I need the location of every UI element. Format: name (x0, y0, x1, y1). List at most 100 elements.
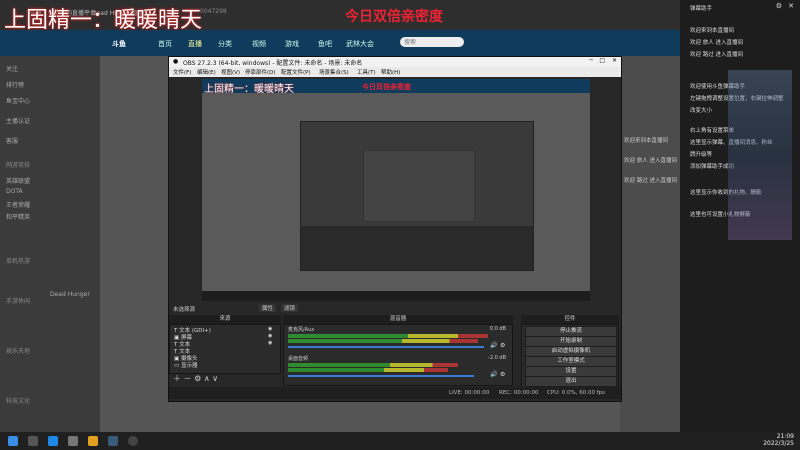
gear-icon[interactable]: ⚙ (194, 374, 201, 383)
streamer-avatar-image (728, 70, 792, 240)
exit-button[interactable]: 退出 (525, 376, 617, 387)
captured-taskbar (202, 291, 590, 301)
nav-item[interactable]: 直播 (188, 39, 202, 49)
eye-icon[interactable]: ◉ (268, 340, 272, 346)
chat-line: 欢迎 路过 进入直播间 (624, 178, 677, 184)
left-nav-item[interactable]: 排行榜 (6, 80, 24, 89)
close-icon[interactable]: ✕ (612, 57, 617, 64)
left-nav-item[interactable]: 主播认证 (6, 116, 30, 125)
move-up-icon[interactable]: ∧ (204, 374, 210, 383)
steam-icon[interactable] (108, 436, 118, 446)
clock-time: 21:09 (776, 433, 794, 440)
mixer-panel: 麦克风/Aux 0.0 dB 🔊 ⚙ 桌面音频 -2.0 dB 🔊 ⚙ (283, 324, 513, 386)
nav-item[interactable]: 分类 (218, 39, 232, 49)
url-fragment: 0047298 (200, 8, 227, 15)
captured-overlay-title: 上固精一：暖暖晴天 (204, 84, 294, 95)
chat-line: 牌升级等 (690, 152, 713, 158)
controls-panel: 停止推流 开始录制 启动虚拟摄像机 工作室模式 设置 退出 (521, 324, 619, 388)
speaker-icon[interactable]: 🔊 (490, 371, 497, 378)
site-left-nav: 关注 排行榜 鱼宝中心 主播认证 客服 网游竞技 英雄联盟 DOTA 王者荣耀 … (0, 56, 100, 432)
nav-item[interactable]: 武林大会 (346, 39, 374, 49)
left-nav-sub-item[interactable]: DOTA (6, 188, 23, 195)
menu-tools[interactable]: 工具(T) (357, 68, 376, 76)
nav-item[interactable]: 游戏 (285, 39, 299, 49)
windows-taskbar: 21:09 2022/3/25 (0, 432, 800, 450)
left-nav-section: 单机热游 (6, 258, 31, 265)
search-input[interactable]: 搜索 (400, 37, 464, 47)
site-logo[interactable]: 斗鱼 (112, 39, 126, 49)
maximize-icon[interactable]: □ (599, 57, 605, 64)
obs-window: ● OBS 27.2.3 (64-bit, windows) - 配置文件: 未… (168, 56, 622, 402)
system-clock[interactable]: 21:09 2022/3/25 (763, 433, 794, 447)
left-nav-sub-item[interactable]: 王者荣耀 (6, 200, 30, 209)
gear-icon[interactable]: ⚙ (500, 371, 505, 378)
chat-line: 欢迎 旅人 进入直播间 (624, 158, 677, 164)
mixer-track-db: 0.0 dB (489, 326, 506, 332)
menu-scene-collection[interactable]: 场景集合(S) (319, 68, 349, 76)
sources-panel: T 文本 (GDI+) ▣ 屏幕 T 文本 T 文本 ▣ 摄像头 ▭ 显示器 ◉… (169, 324, 281, 374)
rec-timer: REC: 00:00:00 (499, 390, 539, 396)
menu-profile[interactable]: 配置文件(P) (281, 68, 311, 76)
nav-item[interactable]: 鱼吧 (318, 39, 332, 49)
panel-header: 弹幕助手 (690, 6, 713, 12)
remove-icon[interactable]: － (184, 374, 192, 383)
source-item[interactable]: ▭ 显示器 (174, 361, 197, 369)
left-nav-section: 科技文化 (6, 398, 31, 405)
gear-icon[interactable]: ⚙ (776, 2, 782, 10)
left-nav-item[interactable]: 鱼宝中心 (6, 96, 30, 105)
left-nav-item[interactable]: 客服 (6, 136, 18, 145)
add-icon[interactable]: ＋ (173, 374, 181, 383)
left-nav-sub-item[interactable]: 和平精英 (6, 212, 30, 221)
close-icon[interactable]: ✕ (788, 2, 794, 10)
nav-item[interactable]: 视频 (252, 39, 266, 49)
folder-icon[interactable] (88, 436, 98, 446)
browser-icon[interactable] (68, 436, 78, 446)
obs-status-bar: LIVE: 00:00:00 REC: 00:00:00 CPU: 0.0%, … (169, 387, 621, 399)
eye-icon[interactable]: ◉ (268, 326, 272, 332)
live-timer: LIVE: 00:00:00 (449, 390, 490, 396)
source-toolbar: ＋ － ⚙ ∧ ∨ (173, 373, 218, 384)
volume-slider[interactable] (288, 375, 474, 377)
volume-slider[interactable] (288, 346, 484, 348)
obs-title: OBS 27.2.3 (64-bit, windows) - 配置文件: 未命名… (183, 60, 363, 67)
obs-taskbar-icon[interactable] (128, 436, 138, 446)
edge-icon[interactable] (48, 436, 58, 446)
left-nav-sub-item[interactable]: Dead Hunger (50, 291, 90, 298)
left-nav-section: 网游竞技 (6, 162, 31, 169)
menu-file[interactable]: 文件(F) (173, 68, 191, 76)
source-name: 显示器 (180, 363, 198, 369)
left-nav-item[interactable]: 关注 (6, 64, 18, 73)
left-nav-section: 娱乐天地 (6, 348, 31, 355)
audio-meter (288, 368, 448, 372)
site-chat-column: 欢迎来到本直播间 欢迎 旅人 进入直播间 欢迎 路过 进入直播间 (620, 56, 680, 432)
menu-edit[interactable]: 编辑(E) (197, 68, 216, 76)
obs-title-bar: ● OBS 27.2.3 (64-bit, windows) - 配置文件: 未… (169, 57, 621, 67)
captured-obs-docks (301, 226, 533, 270)
chat-line: 欢迎 路过 进入直播间 (690, 52, 743, 58)
gear-icon[interactable]: ⚙ (500, 342, 505, 349)
obs-logo-icon: ● (173, 58, 179, 65)
left-nav-sub-item[interactable]: 英雄联盟 (6, 176, 30, 185)
properties-button[interactable]: 属性 (259, 304, 277, 312)
search-icon[interactable] (28, 436, 38, 446)
audio-meter (288, 363, 458, 367)
mixer-track-name: 麦克风/Aux (288, 327, 315, 333)
chat-line: 改变大小 (690, 108, 713, 114)
clock-date: 2022/3/25 (763, 440, 794, 447)
stream-title-overlay: 上固精一：暖暖晴天 (4, 8, 203, 33)
audio-meter (288, 339, 478, 343)
minimize-icon[interactable]: ─ (589, 57, 593, 64)
filters-button[interactable]: 滤镜 (281, 304, 299, 312)
mixer-track-name: 桌面音频 (288, 356, 309, 362)
menu-help[interactable]: 帮助(H) (381, 68, 400, 76)
menu-view[interactable]: 视图(V) (221, 68, 240, 76)
obs-preview[interactable]: 上固精一：暖暖晴天 今日双倍亲密度 (202, 79, 590, 301)
nav-item[interactable]: 首页 (158, 39, 172, 49)
sources-header: 来源 (169, 315, 281, 324)
speaker-icon[interactable]: 🔊 (490, 342, 497, 349)
move-down-icon[interactable]: ∨ (212, 374, 218, 383)
eye-icon[interactable]: ◉ (268, 333, 272, 339)
menu-docks[interactable]: 停靠部件(D) (245, 68, 276, 76)
windows-start-icon[interactable] (8, 436, 18, 446)
no-source-selected: 未选择源 (173, 307, 196, 313)
